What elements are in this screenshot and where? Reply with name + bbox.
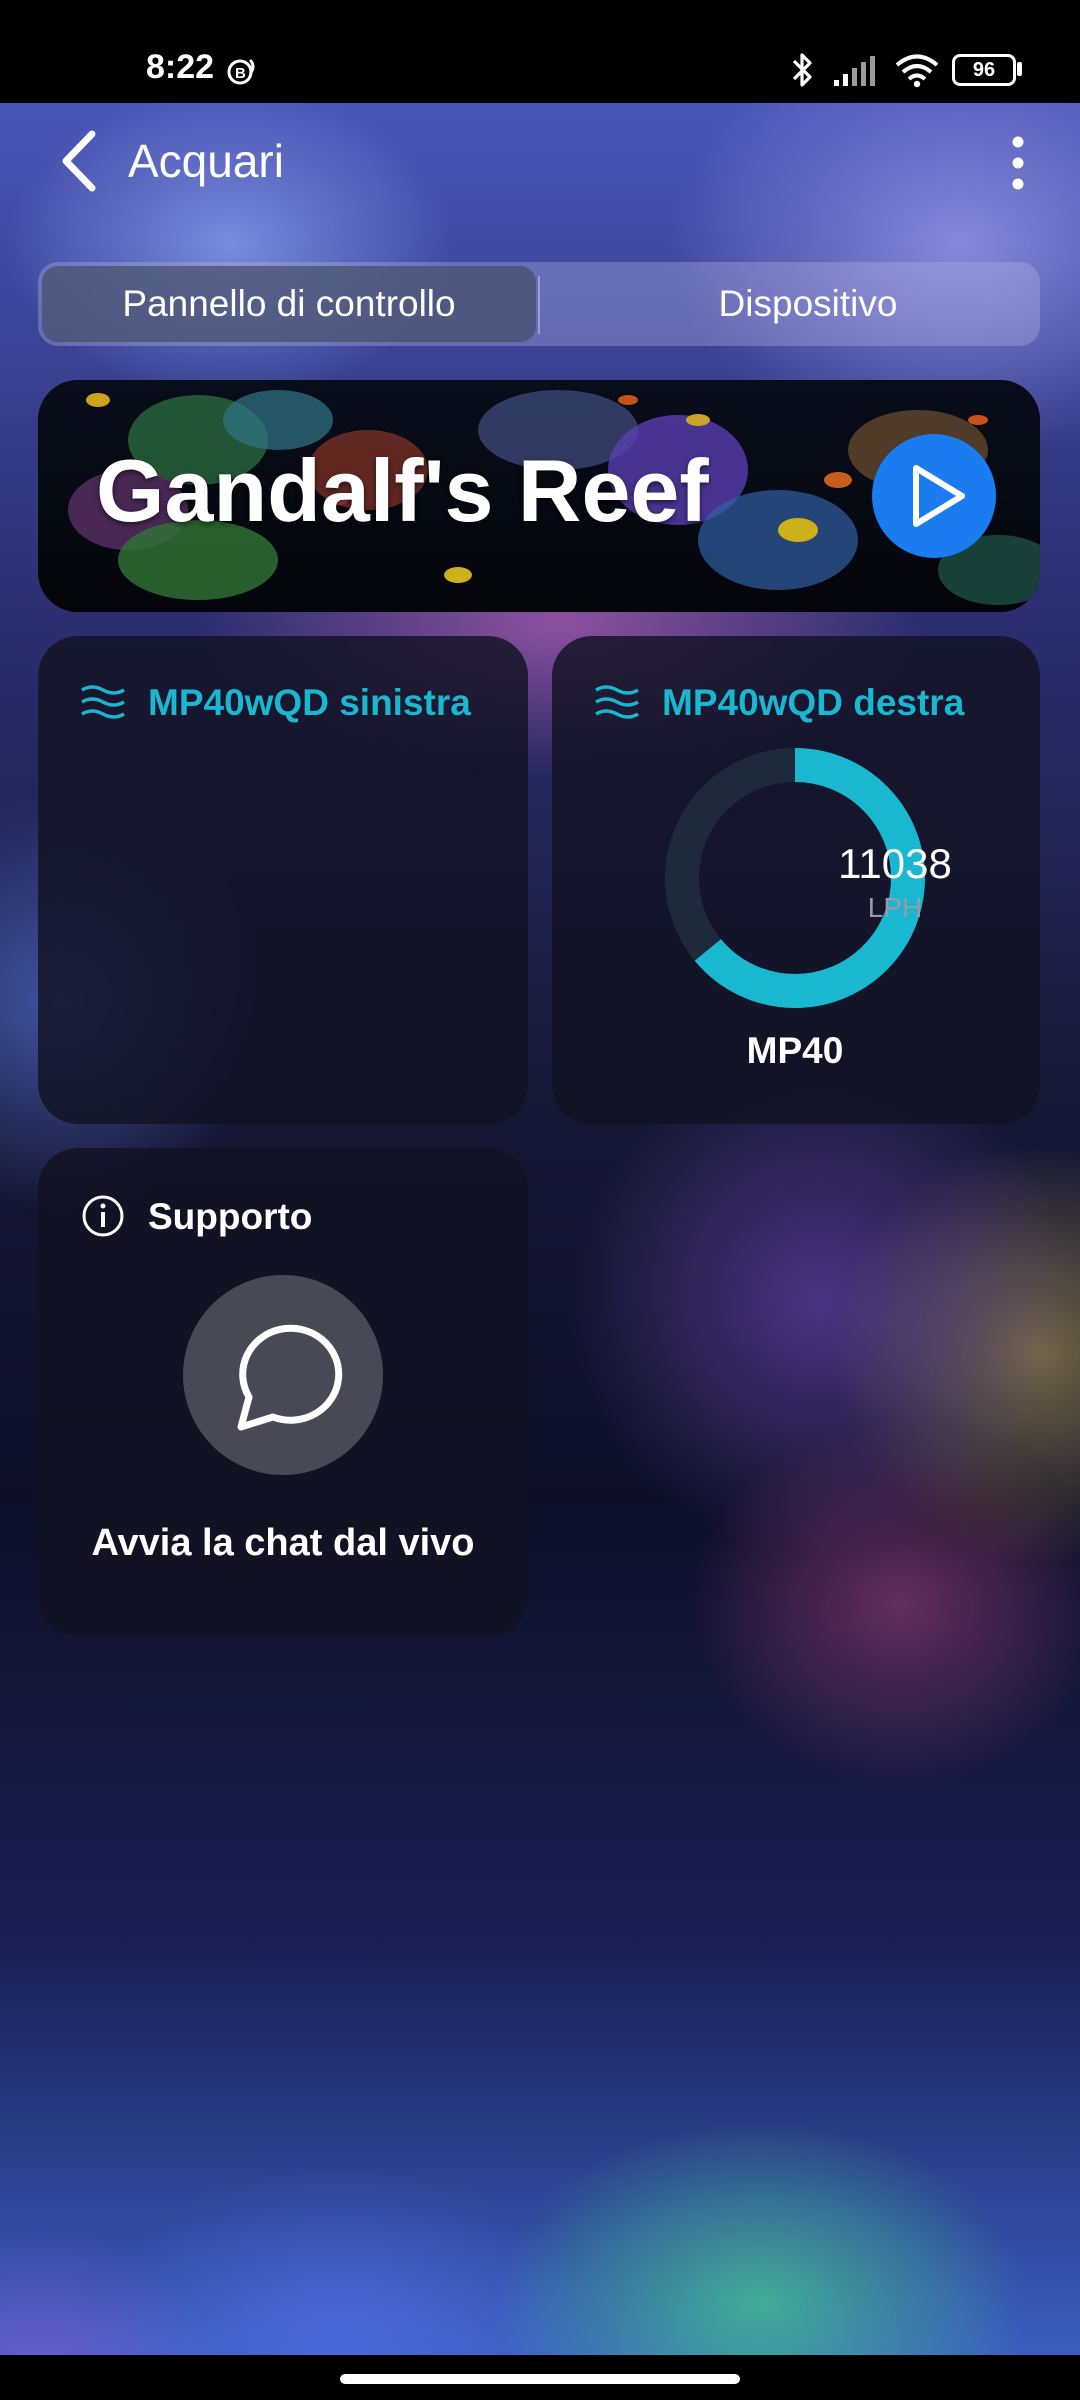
waves-icon — [595, 685, 639, 719]
home-indicator[interactable] — [340, 2374, 740, 2384]
flow-unit: LPH — [867, 892, 923, 923]
pump-name-left: MP40wQD sinistra — [148, 682, 471, 723]
play-button[interactable] — [872, 434, 996, 558]
tab-pannello-di-controllo[interactable]: Pannello di controllo — [42, 266, 536, 342]
tab-dispositivo[interactable]: Dispositivo — [578, 266, 1038, 342]
svg-text:B: B — [235, 65, 246, 82]
battery-tip — [1017, 62, 1022, 76]
notification-icon: B — [227, 58, 255, 85]
pump-model: MP40 — [746, 1030, 844, 1071]
bluetooth-icon — [792, 53, 812, 87]
page-title: Acquari — [128, 135, 284, 187]
waves-icon — [81, 685, 125, 719]
play-icon — [913, 465, 965, 527]
chevron-left-icon[interactable] — [56, 128, 100, 194]
tab-divider — [538, 276, 540, 334]
chat-label[interactable]: Avvia la chat dal vivo — [38, 1522, 528, 1565]
flow-value: 11038 — [838, 840, 952, 887]
status-time: 8:22 — [146, 48, 215, 86]
support-title: Supporto — [148, 1196, 313, 1237]
more-vert-icon[interactable] — [1005, 136, 1031, 190]
aquarium-name: Gandalf's Reef — [96, 441, 709, 540]
chat-bubble-icon — [237, 1324, 343, 1431]
wifi-icon — [895, 54, 939, 88]
chat-button[interactable] — [183, 1275, 383, 1475]
pump-name-right: MP40wQD destra — [662, 682, 965, 723]
status-bar: 8:22 B 96 — [0, 0, 1080, 103]
aquarium-banner[interactable]: Gandalf's Reef — [38, 380, 1040, 612]
battery-indicator: 96 — [952, 54, 1016, 86]
info-icon — [82, 1195, 124, 1237]
signal-icon — [834, 56, 875, 86]
